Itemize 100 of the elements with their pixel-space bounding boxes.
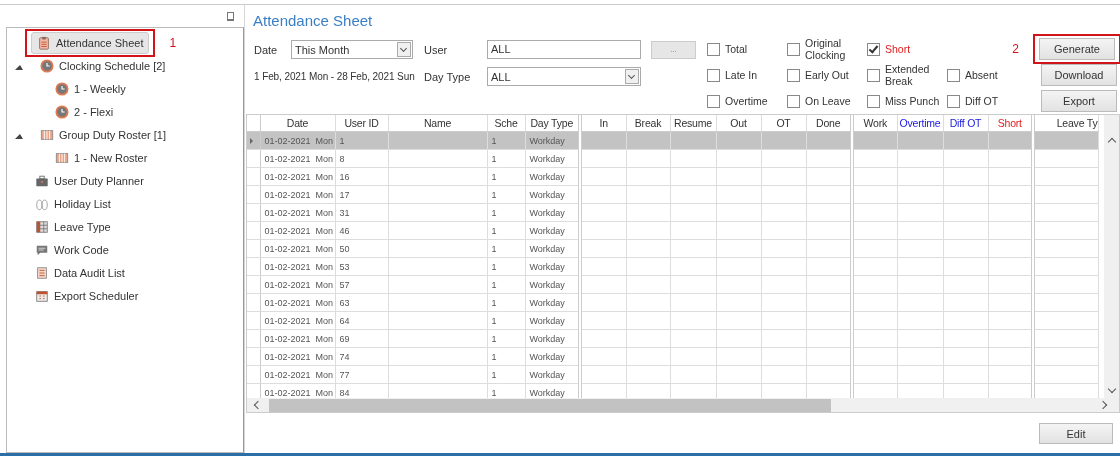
column-header[interactable]: Date xyxy=(260,115,335,132)
date-range: 1 Feb, 2021 Mon - 28 Feb, 2021 Sun xyxy=(253,71,413,82)
table-cell: 01-02-2021 Mon xyxy=(260,149,335,168)
calendar-icon xyxy=(35,288,49,303)
table-cell: 50 xyxy=(335,239,388,258)
checkbox-label: Early Out xyxy=(805,69,850,81)
field-label: User xyxy=(423,43,449,56)
tree-item[interactable]: Holiday List xyxy=(29,192,117,215)
column-header[interactable]: OT xyxy=(761,115,806,132)
briefcase-icon xyxy=(35,173,49,188)
user-field[interactable]: ALL xyxy=(487,40,641,59)
action-button[interactable]: Download xyxy=(1041,64,1117,86)
tree-item[interactable]: Leave Type xyxy=(29,215,117,238)
table-cell: Workday xyxy=(525,185,580,204)
checkbox[interactable] xyxy=(867,94,880,108)
tree-item[interactable]: Clocking Schedule [2] xyxy=(34,54,172,77)
tree-item[interactable]: Data Audit List xyxy=(29,261,131,284)
checkbox[interactable] xyxy=(867,42,880,56)
vertical-scrollbar[interactable] xyxy=(1104,115,1119,398)
checkbox-label: Diff OT xyxy=(965,95,1000,107)
action-button[interactable]: Export xyxy=(1041,90,1117,112)
table-cell: 1 xyxy=(487,365,525,384)
caret-icon[interactable] xyxy=(397,42,411,57)
table-icon xyxy=(40,127,54,142)
column-header[interactable]: Diff OT xyxy=(943,115,988,132)
tree-item[interactable]: Export Scheduler xyxy=(29,284,145,307)
checkbox[interactable] xyxy=(947,68,960,82)
tree-item[interactable]: Work Code xyxy=(29,238,115,261)
table-cell: 01-02-2021 Mon xyxy=(260,365,335,384)
column-header[interactable]: Resume xyxy=(670,115,716,132)
field-label: Day Type xyxy=(423,70,472,83)
table-cell: 01-02-2021 Mon xyxy=(260,221,335,240)
table-cell: 64 xyxy=(335,311,388,330)
table-cell: Workday xyxy=(525,347,580,366)
column-header[interactable]: Overtime xyxy=(897,115,943,132)
column-header[interactable]: Out xyxy=(716,115,761,132)
page-title: Attendance Sheet xyxy=(252,11,374,31)
table-cell: Workday xyxy=(525,149,580,168)
table-cell: 1 xyxy=(487,257,525,276)
table-cell: 01-02-2021 Mon xyxy=(260,167,335,186)
checkbox[interactable] xyxy=(707,42,720,56)
tree-item[interactable]: Group Duty Roster [1] xyxy=(34,123,172,146)
table-cell: 63 xyxy=(335,293,388,312)
column-header[interactable]: User ID xyxy=(335,115,388,132)
table-cell: 77 xyxy=(335,365,388,384)
checkbox[interactable] xyxy=(707,94,720,108)
tree-item[interactable]: User Duty Planner xyxy=(29,169,150,192)
annotation-number: 2 xyxy=(1012,42,1019,56)
table-cell: Workday xyxy=(525,311,580,330)
pin-icon[interactable] xyxy=(227,11,234,21)
edit-button[interactable]: Edit xyxy=(1039,423,1113,444)
column-header[interactable]: Day Type xyxy=(525,115,580,132)
clock-icon xyxy=(55,104,69,119)
table-cell: 46 xyxy=(335,221,388,240)
checkbox[interactable] xyxy=(787,42,800,56)
column-header[interactable]: Break xyxy=(626,115,670,132)
table-cell: Workday xyxy=(525,365,580,384)
checkbox[interactable] xyxy=(947,94,960,108)
annotation-number: 1 xyxy=(169,35,177,50)
table-cell: 31 xyxy=(335,203,388,222)
table-cell: 1 xyxy=(487,149,525,168)
table-cell: 74 xyxy=(335,347,388,366)
table-cell: 1 xyxy=(487,185,525,204)
table-cell: Workday xyxy=(525,293,580,312)
table-icon xyxy=(35,219,49,234)
table-cell: 01-02-2021 Mon xyxy=(260,275,335,294)
table-cell: 01-02-2021 Mon xyxy=(260,239,335,258)
action-button[interactable]: Generate xyxy=(1039,38,1115,60)
tree-item[interactable]: 2 - Flexi xyxy=(49,100,120,123)
caret-icon[interactable] xyxy=(625,69,639,84)
checkbox[interactable] xyxy=(707,68,720,82)
dropdown[interactable]: This Month xyxy=(291,40,413,59)
browse-button[interactable]: ... xyxy=(651,40,696,59)
checkbox[interactable] xyxy=(787,68,800,82)
checkbox-label: On Leave xyxy=(805,95,852,107)
clock-icon xyxy=(55,81,69,96)
tree-item[interactable]: 1 - Weekly xyxy=(49,77,132,100)
table-cell: 69 xyxy=(335,329,388,348)
checkbox[interactable] xyxy=(787,94,800,108)
table-cell: 1 xyxy=(487,293,525,312)
table-cell: Workday xyxy=(525,257,580,276)
dropdown[interactable]: ALL xyxy=(487,67,641,86)
tree-item[interactable]: 1 - New Roster xyxy=(49,146,154,169)
column-header[interactable]: Done xyxy=(806,115,852,132)
table-cell: 01-02-2021 Mon xyxy=(260,203,335,222)
document-icon xyxy=(35,265,49,280)
table-cell: Workday xyxy=(525,275,580,294)
column-header[interactable]: Short xyxy=(988,115,1033,132)
column-header[interactable]: Name xyxy=(388,115,487,132)
column-header[interactable]: Sche xyxy=(487,115,525,132)
clock-icon xyxy=(40,58,54,73)
checkbox-label: Late In xyxy=(725,69,759,81)
table-cell: 1 xyxy=(487,239,525,258)
checkbox-label: Overtime xyxy=(725,95,769,107)
table-cell: 1 xyxy=(487,203,525,222)
tree-item[interactable]: Attendance Sheet xyxy=(31,31,150,54)
checkbox[interactable] xyxy=(867,68,880,82)
checkbox-label: Total xyxy=(725,43,749,55)
table-cell: 1 xyxy=(487,329,525,348)
horizontal-scrollbar[interactable] xyxy=(247,398,1119,412)
